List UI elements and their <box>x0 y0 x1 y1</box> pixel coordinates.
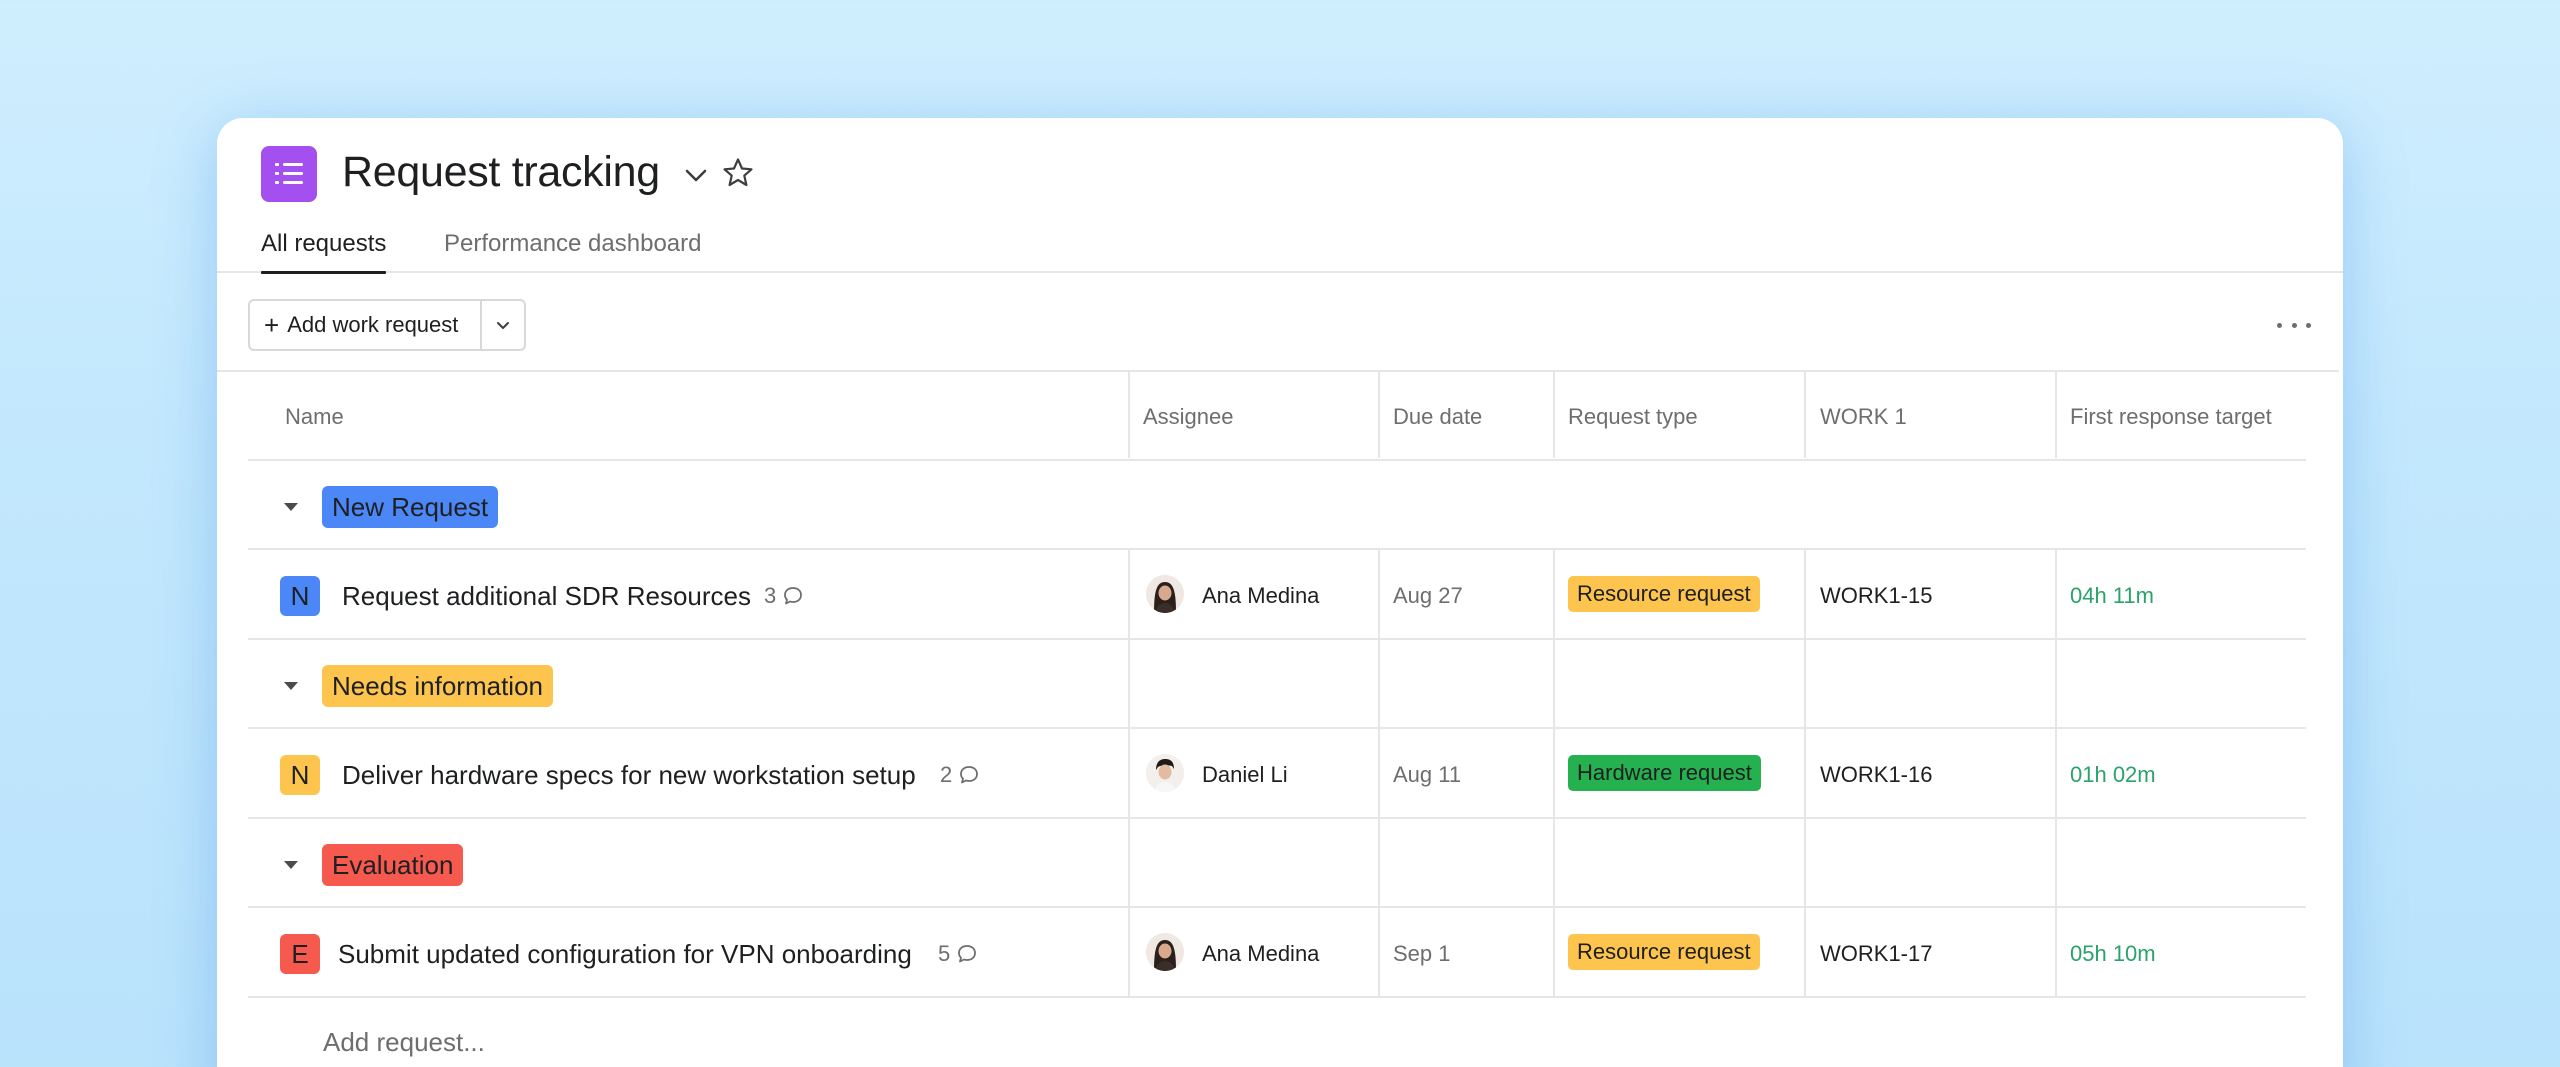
project-card: Request tracking All requests Performanc… <box>217 118 2343 1067</box>
due-date[interactable]: Sep 1 <box>1393 941 1451 967</box>
first-response-timer: 04h 11m <box>2070 583 2154 608</box>
section-new-request[interactable]: New Request <box>322 486 499 528</box>
page-title: Request tracking <box>342 148 660 196</box>
add-work-request-button[interactable]: + Add work request <box>250 301 480 349</box>
first-response-timer: 05h 10m <box>2070 941 2156 966</box>
column-divider <box>1378 370 1380 458</box>
comment-count-value: 2 <box>940 762 953 787</box>
avatar <box>1146 933 1184 971</box>
add-options-dropdown[interactable] <box>482 301 524 349</box>
row-divider <box>248 548 2306 550</box>
column-header-request-type[interactable]: Request type <box>1568 404 1698 430</box>
comment-icon <box>958 945 977 963</box>
column-header-work-1[interactable]: WORK 1 <box>1820 404 1907 430</box>
comment-count-value: 5 <box>938 941 951 966</box>
add-request-link[interactable]: Add request... <box>323 1027 485 1058</box>
column-divider <box>1128 549 1130 996</box>
row-divider <box>248 996 2306 998</box>
more-options-icon[interactable] <box>2277 311 2311 339</box>
work-id: WORK1-17 <box>1820 941 1933 966</box>
column-divider <box>1553 549 1555 996</box>
chevron-down-icon <box>497 322 509 329</box>
section-evaluation[interactable]: Evaluation <box>322 844 464 886</box>
column-header-first-response-target[interactable]: First response target <box>2070 404 2272 430</box>
column-header-due-date[interactable]: Due date <box>1393 404 1482 430</box>
assignee-name[interactable]: Ana Medina <box>1202 941 1319 967</box>
row-divider <box>248 638 2306 640</box>
comment-count-value: 3 <box>764 583 777 608</box>
column-header-assignee[interactable]: Assignee <box>1143 404 1234 430</box>
project-header: Request tracking All requests Performanc… <box>217 118 2343 274</box>
assignee-name[interactable]: Daniel Li <box>1202 762 1288 788</box>
comment-count[interactable]: 3 <box>764 583 804 609</box>
comment-icon <box>960 766 979 784</box>
star-icon[interactable] <box>721 156 755 190</box>
add-work-request-label: Add work request <box>287 312 459 337</box>
caret-down-icon[interactable] <box>282 680 300 692</box>
request-type-badge[interactable]: Hardware request <box>1568 755 1761 791</box>
work-id: WORK1-15 <box>1820 583 1933 608</box>
caret-down-icon[interactable] <box>282 501 300 513</box>
task-name[interactable]: Submit updated configuration for VPN onb… <box>338 939 912 970</box>
first-response-timer: 01h 02m <box>2070 762 2156 787</box>
comment-icon <box>784 587 803 605</box>
plus-icon: + <box>264 310 280 340</box>
row-divider <box>248 817 2306 819</box>
chevron-down-icon[interactable] <box>681 160 711 190</box>
tab-all-requests[interactable]: All requests <box>261 230 387 274</box>
section-needs-information[interactable]: Needs information <box>322 665 553 707</box>
tab-performance-dashboard[interactable]: Performance dashboard <box>444 230 701 273</box>
column-divider <box>1804 370 1806 458</box>
column-header-name[interactable]: Name <box>285 404 344 430</box>
work-id: WORK1-16 <box>1820 762 1933 787</box>
caret-down-icon[interactable] <box>282 859 300 871</box>
due-date[interactable]: Aug 11 <box>1393 762 1461 788</box>
row-divider <box>248 906 2306 908</box>
avatar <box>1146 575 1184 613</box>
column-divider <box>2055 370 2057 458</box>
task-initial-badge: E <box>280 934 320 974</box>
list-icon <box>261 146 317 202</box>
column-divider <box>1804 549 1806 996</box>
task-name[interactable]: Request additional SDR Resources <box>342 581 751 612</box>
comment-count[interactable]: 2 <box>940 762 980 788</box>
comment-count[interactable]: 5 <box>938 941 978 967</box>
task-initial-badge: N <box>280 755 320 795</box>
request-type-badge[interactable]: Resource request <box>1568 576 1760 612</box>
task-name[interactable]: Deliver hardware specs for new workstati… <box>342 760 916 791</box>
column-divider <box>1128 370 1130 458</box>
task-initial-badge: N <box>280 576 320 616</box>
column-divider <box>1378 549 1380 996</box>
request-type-badge[interactable]: Resource request <box>1568 934 1760 970</box>
due-date[interactable]: Aug 27 <box>1393 583 1463 609</box>
column-divider <box>2055 549 2057 996</box>
toolbar-divider <box>217 370 2339 372</box>
column-divider <box>1553 370 1555 458</box>
assignee-name[interactable]: Ana Medina <box>1202 583 1319 609</box>
add-work-request-button-group: + Add work request <box>248 299 526 351</box>
row-divider <box>248 727 2306 729</box>
table-header-divider <box>248 459 2306 461</box>
avatar <box>1146 754 1184 792</box>
